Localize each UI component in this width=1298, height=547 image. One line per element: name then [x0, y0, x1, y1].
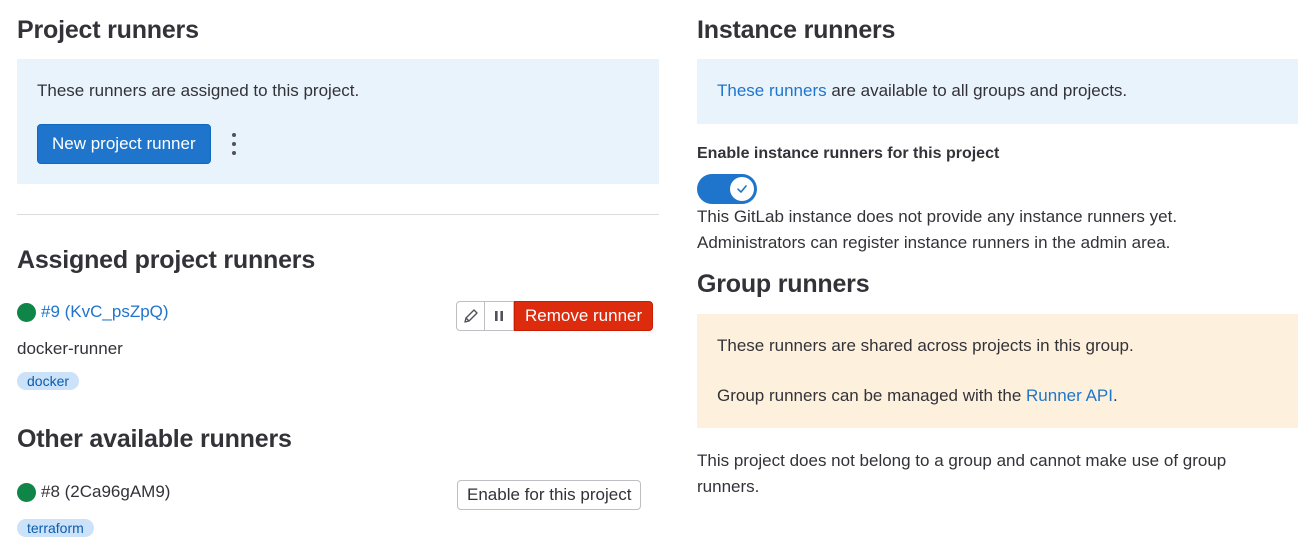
group-runners-heading: Group runners	[697, 270, 870, 298]
other-runners-heading: Other available runners	[17, 425, 292, 453]
other-runner-tag: terraform	[17, 519, 94, 537]
assigned-runner-tag: docker	[17, 372, 80, 390]
project-runners-info-text: These runners are assigned to this proje…	[37, 81, 360, 100]
pause-runner-icon[interactable]	[485, 301, 514, 331]
assigned-runner-actions: Remove runner	[456, 301, 654, 331]
section-divider	[17, 214, 659, 215]
group-runners-info-box: These runners are shared across projects…	[697, 314, 1298, 428]
instance-runners-info-text: These runners are available to all group…	[717, 81, 1127, 101]
instance-runners-info-box: These runners are available to all group…	[697, 59, 1298, 124]
instance-runners-heading: Instance runners	[697, 16, 896, 44]
project-runners-info-box: These runners are assigned to this proje…	[17, 59, 659, 184]
remove-runner-button[interactable]: Remove runner	[514, 301, 654, 331]
instance-runners-toggle-label: Enable instance runners for this project	[697, 145, 1000, 162]
instance-runners-note-line1: This GitLab instance does not provide an…	[697, 207, 1178, 226]
assigned-runner-link[interactable]: #9 (KvC_psZpQ)	[41, 302, 169, 321]
enable-for-project-button[interactable]: Enable for this project	[457, 480, 642, 510]
new-project-runner-button[interactable]: New project runner	[37, 124, 211, 164]
group-runners-info-suffix: .	[1112, 386, 1118, 405]
group-runners-note: This project does not belong to a group …	[697, 451, 1227, 496]
group-runners-info-prefix: Group runners can be managed with the	[717, 386, 1027, 405]
instance-runners-toggle[interactable]	[697, 174, 757, 204]
instance-runners-note: This GitLab instance does not provide an…	[697, 204, 1177, 256]
runner-api-link[interactable]: Runner API	[1026, 386, 1113, 405]
instance-runners-note-line2: Administrators can register instance run…	[697, 233, 1171, 252]
assigned-runners-heading: Assigned project runners	[17, 246, 316, 274]
other-runner-id: #8 (2Ca96gAM9)	[41, 482, 171, 501]
online-status-icon	[17, 302, 36, 322]
assigned-runner-description: docker-runner	[17, 339, 123, 358]
project-runners-actions: New project runner	[37, 124, 241, 164]
group-runners-info-line2: Group runners can be managed with the Ru…	[717, 386, 1118, 406]
more-actions-kebab-icon[interactable]	[227, 124, 241, 164]
edit-runner-pencil-icon[interactable]	[456, 301, 485, 331]
instance-runners-info-rest: are available to all groups and projects…	[826, 81, 1128, 100]
other-runner-row: #8 (2Ca96gAM9)	[17, 482, 170, 502]
assigned-runner-row: #9 (KvC_psZpQ)	[17, 302, 169, 322]
project-runners-heading: Project runners	[17, 16, 199, 44]
group-runners-info-line1: These runners are shared across projects…	[717, 336, 1134, 355]
online-status-icon	[17, 482, 36, 502]
toggle-check-icon	[730, 177, 754, 201]
these-runners-link[interactable]: These runners	[717, 81, 827, 100]
